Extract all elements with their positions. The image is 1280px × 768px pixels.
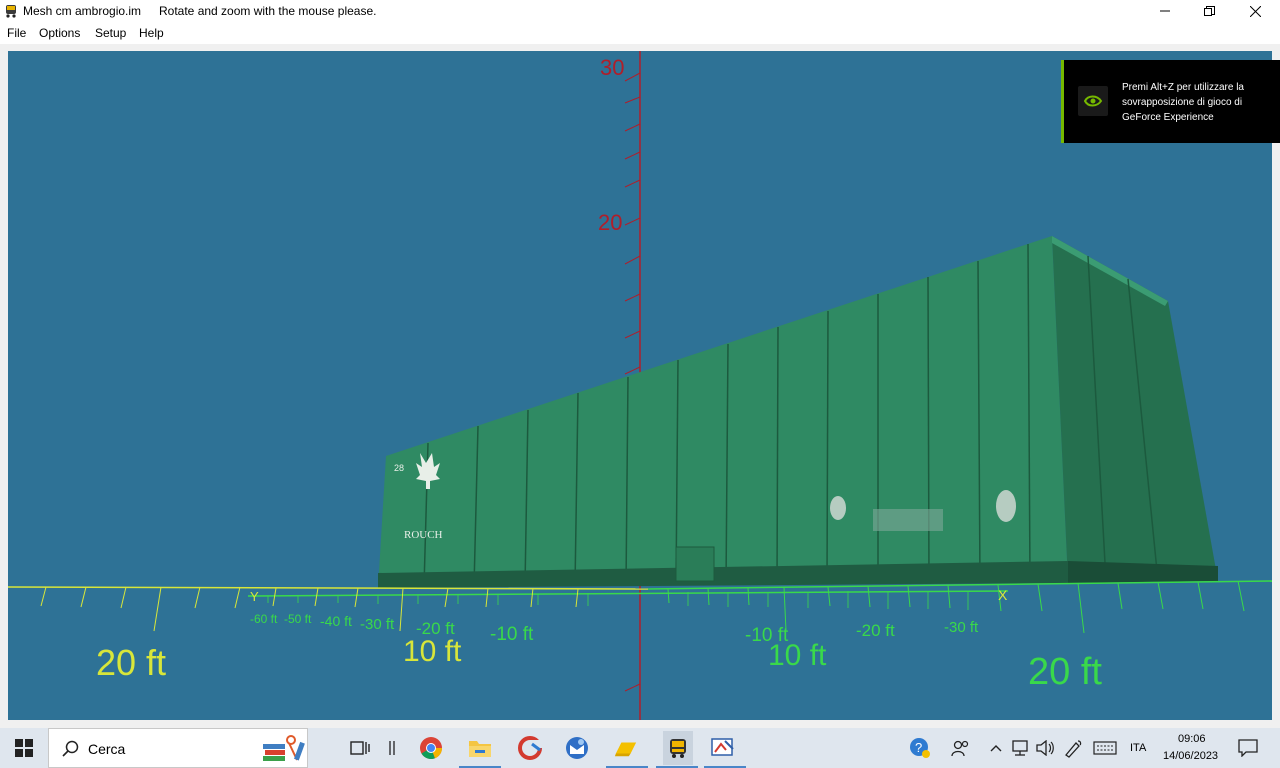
windows-start-icon[interactable]	[12, 736, 36, 760]
file-explorer-icon[interactable]	[468, 736, 492, 760]
minimize-icon	[1160, 10, 1170, 12]
menu-setup[interactable]: Setup	[95, 26, 126, 40]
search-placeholder: Cerca	[88, 741, 126, 757]
container-brand: ROUCH	[404, 529, 443, 541]
people-icon[interactable]	[949, 736, 973, 760]
menu-options[interactable]: Options	[39, 26, 80, 40]
z-label-30: 30	[600, 55, 624, 80]
tick-label: -60 ft	[250, 612, 278, 626]
tick-label: -50 ft	[284, 612, 312, 626]
clock-time[interactable]: 09:06	[1178, 733, 1206, 745]
restore-icon	[1203, 5, 1215, 16]
search-box[interactable]: Cerca	[48, 728, 308, 768]
svg-text:?: ?	[915, 740, 922, 755]
tick-label: -10 ft	[490, 624, 534, 645]
scene-canvas[interactable]: 30 20 ROUCH 28 Y X -60 ft -50 ft -40 ft …	[8, 51, 1272, 720]
tick-label: -30 ft	[360, 616, 395, 633]
help-icon[interactable]: ?	[908, 736, 932, 760]
notifications-icon[interactable]	[1236, 736, 1260, 760]
big-distance-labels: 20 ft 10 ft 10 ft 20 ft	[96, 635, 1102, 693]
container-forklift-pocket	[675, 546, 715, 582]
widgets-icon[interactable]	[380, 736, 404, 760]
volume-icon[interactable]	[1033, 736, 1057, 760]
ccleaner-icon[interactable]	[518, 736, 542, 760]
bus-app-icon[interactable]	[663, 731, 693, 765]
big-label: 10 ft	[403, 635, 462, 668]
minimize-button[interactable]	[1142, 0, 1188, 22]
folder-drive-icon[interactable]	[614, 736, 638, 760]
left-tick-labels: -60 ft -50 ft -40 ft -30 ft -20 ft -10 f…	[250, 612, 534, 645]
language-indicator[interactable]: ITA	[1130, 742, 1146, 754]
3d-viewport[interactable]: 30 20 ROUCH 28 Y X -60 ft -50 ft -40 ft …	[8, 51, 1272, 720]
window-title: Mesh cm ambrogio.im	[23, 4, 142, 18]
shipping-container: ROUCH 28	[378, 236, 1218, 588]
title-bar: Mesh cm ambrogio.im Rotate and zoom with…	[0, 0, 1280, 22]
container-plate	[873, 509, 943, 531]
big-label: 20 ft	[1028, 651, 1102, 693]
taskbar: Cerca ? ITA 09:06 14/06/2023	[0, 728, 1280, 768]
keyboard-icon[interactable]	[1093, 736, 1117, 760]
window-subtitle: Rotate and zoom with the mouse please.	[159, 4, 377, 18]
container-sticker	[830, 496, 846, 520]
close-button[interactable]	[1232, 0, 1278, 22]
tick-label: -30 ft	[944, 619, 979, 636]
menu-file[interactable]: File	[7, 26, 26, 40]
chrome-icon[interactable]	[419, 736, 443, 760]
geforce-overlay-toast[interactable]: Premi Alt+Z per utilizzare la sovrapposi…	[1061, 60, 1280, 143]
task-view-icon[interactable]	[348, 736, 372, 760]
paint-app-icon[interactable]	[711, 736, 735, 760]
search-icon	[62, 740, 79, 757]
container-number: 28	[394, 463, 404, 473]
pen-icon[interactable]	[1061, 736, 1085, 760]
y-axis	[8, 586, 649, 590]
chevron-up-icon[interactable]	[984, 736, 1008, 760]
x-axis-label: X	[998, 587, 1008, 603]
app-icon	[6, 5, 16, 18]
restore-button[interactable]	[1186, 0, 1232, 22]
close-icon	[1249, 5, 1261, 17]
z-label-20: 20	[598, 210, 622, 235]
big-label: 20 ft	[96, 642, 166, 683]
menu-help[interactable]: Help	[139, 26, 164, 40]
overlay-message: Premi Alt+Z per utilizzare la sovrapposi…	[1122, 82, 1244, 123]
tick-label: -20 ft	[856, 621, 895, 640]
x-axis-line	[247, 590, 1009, 597]
y-axis-label: Y	[250, 589, 259, 604]
container-sticker-2	[996, 490, 1016, 522]
search-highlight-icon	[263, 735, 305, 761]
big-label: 10 ft	[768, 639, 827, 672]
thunderbird-icon[interactable]	[565, 736, 589, 760]
tick-label: -40 ft	[320, 613, 352, 629]
network-icon[interactable]	[1009, 736, 1033, 760]
clock-date[interactable]: 14/06/2023	[1163, 750, 1218, 762]
nvidia-icon	[1078, 86, 1108, 116]
menu-bar: File Options Setup Help	[0, 22, 1280, 44]
